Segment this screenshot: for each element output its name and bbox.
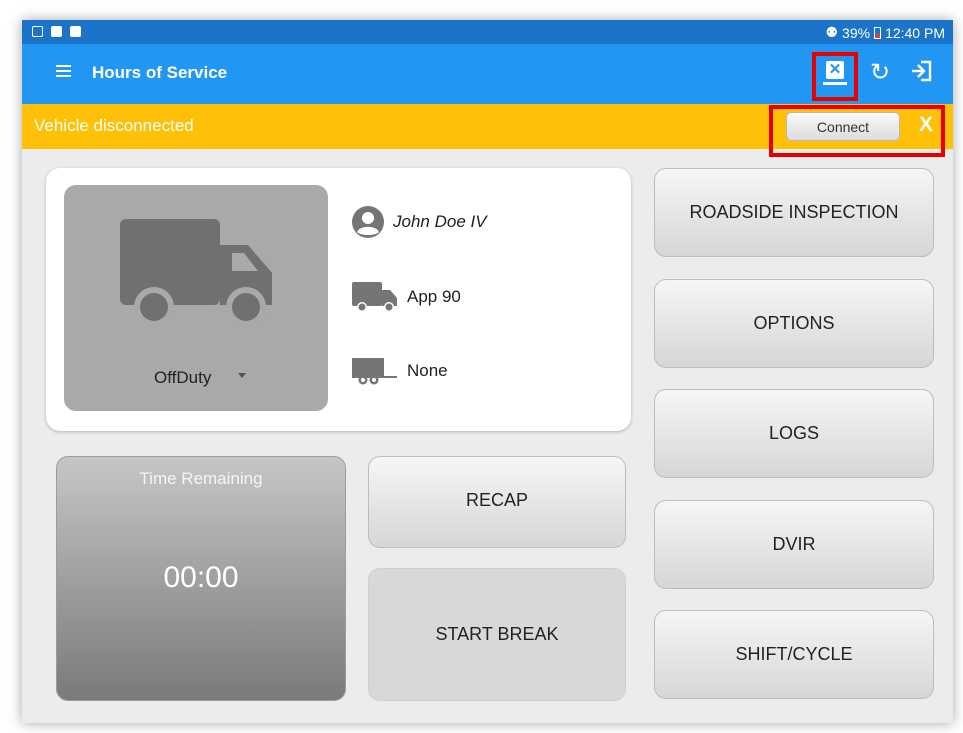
start-break-button[interactable]: START BREAK	[368, 568, 626, 701]
battery-percent: 39%	[842, 24, 871, 41]
recap-button[interactable]: RECAP	[368, 456, 626, 548]
banner-close-button[interactable]: X	[919, 113, 933, 137]
wifi-icon: ⚉	[825, 24, 839, 40]
dropdown-arrow-icon	[238, 373, 246, 378]
image-icon	[51, 26, 62, 37]
refresh-icon[interactable]: ↻	[865, 58, 895, 88]
time-remaining-panel: Time Remaining 00:00	[56, 456, 346, 701]
system-status-bar: ⚉ 39% 12:40 PM	[22, 20, 953, 44]
logs-button[interactable]: LOGS	[654, 389, 934, 478]
app-bar: Hours of Service ✕ ↻	[22, 44, 953, 104]
options-button[interactable]: OPTIONS	[654, 279, 934, 368]
tablet-screen: ⚉ 39% 12:40 PM Hours of Service ✕ ↻ Vehi…	[22, 20, 953, 723]
connect-button[interactable]: Connect	[786, 112, 900, 141]
banner-message: Vehicle disconnected	[34, 116, 194, 135]
time-remaining-label: Time Remaining	[139, 469, 263, 488]
logout-icon[interactable]	[907, 58, 937, 88]
dvir-button[interactable]: DVIR	[654, 500, 934, 589]
driver-row: John Doe IV	[351, 205, 487, 239]
time-remaining-value: 00:00	[163, 561, 239, 594]
clock: 12:40 PM	[885, 24, 945, 41]
page-title: Hours of Service	[92, 63, 228, 82]
menu-icon[interactable]	[56, 65, 71, 77]
notification-icon	[32, 26, 43, 37]
notification-icons	[32, 26, 81, 37]
trailer-row: None	[351, 356, 448, 386]
vehicle-name: App 90	[407, 287, 461, 306]
system-indicators: ⚉ 39% 12:40 PM	[825, 24, 945, 41]
shift-cycle-button[interactable]: SHIFT/CYCLE	[654, 610, 934, 699]
connection-banner: Vehicle disconnected Connect X	[22, 104, 953, 149]
battery-icon	[874, 26, 882, 39]
keyboard-icon	[70, 26, 81, 37]
trailer-name: None	[407, 361, 448, 380]
trailer-icon	[352, 358, 397, 385]
vehicle-row: App 90	[351, 280, 461, 314]
truck-small-icon	[352, 282, 397, 312]
vehicle-disconnected-icon[interactable]: ✕	[821, 58, 851, 88]
driver-card: OffDuty John Doe IV App 90 None	[46, 168, 631, 431]
duty-status-selector[interactable]: OffDuty	[64, 185, 328, 411]
driver-name: John Doe IV	[393, 212, 487, 231]
truck-icon	[120, 219, 272, 327]
duty-status-label: OffDuty	[154, 368, 212, 387]
person-icon	[352, 206, 384, 238]
roadside-inspection-button[interactable]: ROADSIDE INSPECTION	[654, 168, 934, 257]
